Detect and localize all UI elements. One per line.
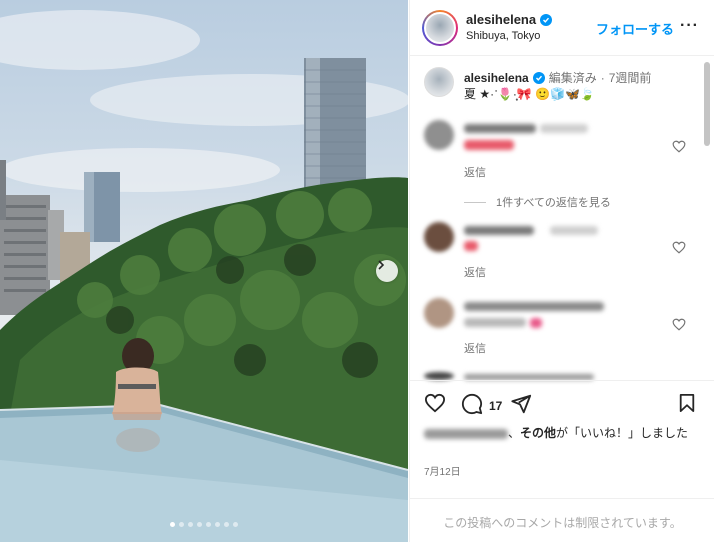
heart-icon[interactable]	[672, 241, 686, 254]
comment-text	[464, 140, 514, 150]
edited-label: 編集済み	[548, 71, 597, 85]
commenter-username[interactable]	[464, 302, 604, 311]
heart-icon[interactable]	[672, 318, 686, 331]
reply-button[interactable]: 返信	[464, 164, 486, 180]
header-username[interactable]: alesihelena	[466, 12, 536, 27]
view-replies-label: 1件すべての返信を見る	[496, 197, 611, 209]
commenter-avatar[interactable]	[424, 372, 454, 380]
caption-time[interactable]: 7週間前	[609, 69, 652, 86]
comment-time	[540, 124, 588, 133]
share-icon[interactable]	[510, 393, 532, 415]
liker-username[interactable]	[424, 428, 508, 439]
caption-avatar[interactable]	[424, 67, 454, 97]
heart-icon[interactable]	[424, 393, 446, 413]
commenter-username[interactable]	[464, 226, 534, 235]
verified-badge-icon	[532, 71, 545, 84]
caption-header: alesihelena 編集済み · 7週間前	[464, 69, 651, 86]
more-options-button[interactable]: ···	[680, 17, 699, 35]
post-photo[interactable]	[0, 0, 408, 542]
carousel-indicator	[0, 522, 408, 527]
commenter-username[interactable]	[464, 124, 536, 133]
comment-count: 17	[489, 399, 503, 413]
post-header: alesihelena Shibuya, Tokyo フォローする ···	[410, 0, 714, 56]
comments-restricted-text: この投稿へのコメントは制限されています。	[443, 516, 682, 530]
comment-time	[550, 226, 598, 235]
post-location[interactable]: Shibuya, Tokyo	[466, 30, 540, 42]
meta-separator: ·	[600, 70, 605, 85]
post-date[interactable]: 7月12日	[424, 463, 461, 478]
reply-button[interactable]: 返信	[464, 264, 486, 280]
caption-text: 夏 ★·ॱ🌷·̩͙🎀 🙂🧊🦋🍃	[464, 87, 595, 101]
chevron-right-icon	[378, 260, 385, 270]
likes-others-link[interactable]: その他	[520, 426, 556, 440]
likes-summary: 、その他が「いいね！」しました	[424, 425, 704, 442]
carousel-dot	[179, 522, 184, 527]
avatar	[424, 12, 456, 44]
carousel-dot	[233, 522, 238, 527]
bookmark-icon[interactable]	[678, 393, 696, 413]
view-replies-button[interactable]: 1件すべての返信を見る	[464, 194, 611, 210]
heart-icon[interactable]	[672, 140, 686, 153]
comment-text	[464, 318, 526, 327]
comment-text	[464, 241, 478, 251]
commenter-avatar[interactable]	[424, 298, 454, 328]
carousel-dot	[188, 522, 193, 527]
comments-section[interactable]	[410, 57, 714, 379]
carousel-dot	[170, 522, 175, 527]
carousel-dot	[215, 522, 220, 527]
comments-scrollbar[interactable]	[704, 62, 710, 146]
header-username-row[interactable]: alesihelena	[466, 12, 553, 27]
verified-badge-icon	[540, 13, 553, 26]
caption-username[interactable]: alesihelena	[464, 71, 529, 85]
comment-emoji	[530, 318, 542, 328]
carousel-dot	[206, 522, 211, 527]
likes-label: が「いいね！」しました	[556, 426, 689, 440]
commenter-avatar[interactable]	[424, 120, 454, 150]
next-slide-button[interactable]	[376, 260, 398, 282]
divider	[464, 201, 486, 203]
reply-button[interactable]: 返信	[464, 340, 486, 356]
comment-icon[interactable]	[461, 393, 483, 415]
comment-restricted-footer: この投稿へのコメントは制限されています。	[410, 498, 714, 542]
photo-scene	[0, 10, 408, 542]
likes-separator: 、	[508, 426, 521, 440]
follow-button[interactable]: フォローする	[596, 19, 674, 38]
story-ring[interactable]	[422, 10, 458, 46]
post-actions: 17 、その他が「いいね！」しました 7月12日	[410, 380, 714, 498]
post-side-panel: alesihelena Shibuya, Tokyo フォローする ··· al…	[409, 0, 714, 542]
carousel-dot	[224, 522, 229, 527]
commenter-avatar[interactable]	[424, 222, 454, 252]
carousel-dot	[197, 522, 202, 527]
